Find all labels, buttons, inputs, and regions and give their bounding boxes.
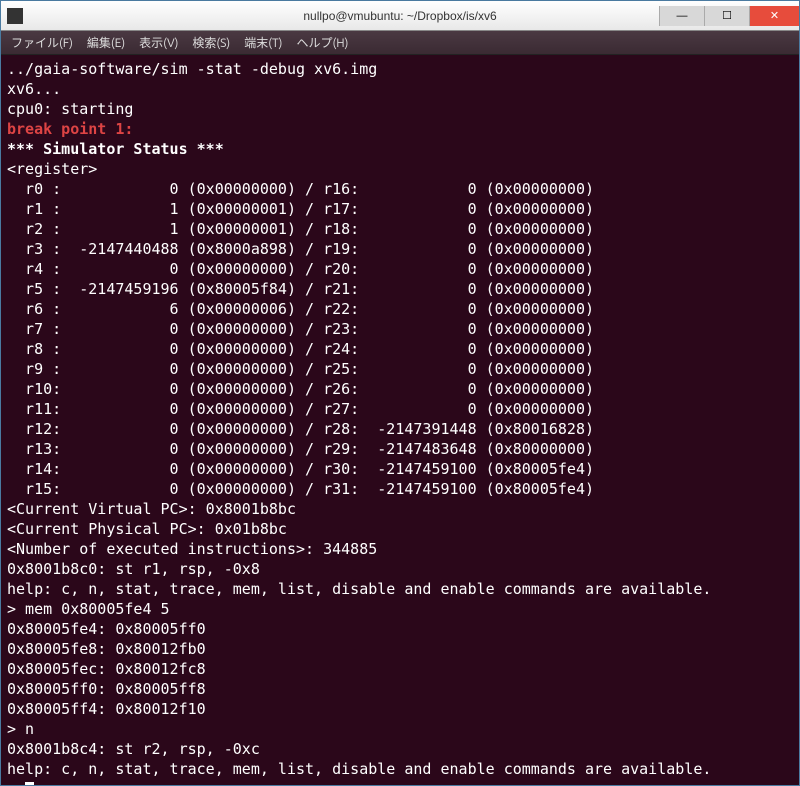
physical-pc: <Current Physical PC>: 0x01b8bc — [7, 520, 287, 538]
prompt-line: > — [7, 780, 25, 785]
register-row: r1 : 1 (0x00000001) / r17: 0 (0x00000000… — [7, 200, 594, 218]
menu-search[interactable]: 検索(S) — [186, 32, 236, 53]
register-row: r7 : 0 (0x00000000) / r23: 0 (0x00000000… — [7, 320, 594, 338]
register-row: r5 : -2147459196 (0x80005f84) / r21: 0 (… — [7, 280, 594, 298]
register-row: r14: 0 (0x00000000) / r30: -2147459100 (… — [7, 460, 594, 478]
disasm-line: 0x8001b8c4: st r2, rsp, -0xc — [7, 740, 260, 758]
register-row: r11: 0 (0x00000000) / r27: 0 (0x00000000… — [7, 400, 594, 418]
menu-view[interactable]: 表示(V) — [133, 32, 184, 53]
term-line: ../gaia-software/sim -stat -debug xv6.im… — [7, 60, 377, 78]
term-line: cpu0: starting — [7, 100, 133, 118]
register-row: r4 : 0 (0x00000000) / r20: 0 (0x00000000… — [7, 260, 594, 278]
minimize-button[interactable]: — — [659, 6, 704, 26]
titlebar[interactable]: nullpo@vmubuntu: ~/Dropbox/is/xv6 — ☐ ✕ — [1, 1, 799, 31]
mem-row: 0x80005ff0: 0x80005ff8 — [7, 680, 206, 698]
cursor-icon — [25, 782, 34, 785]
prompt-line: > mem 0x80005fe4 5 — [7, 600, 170, 618]
disasm-line: 0x8001b8c0: st r1, rsp, -0x8 — [7, 560, 260, 578]
register-header: <register> — [7, 160, 97, 178]
register-row: r0 : 0 (0x00000000) / r16: 0 (0x00000000… — [7, 180, 594, 198]
register-row: r12: 0 (0x00000000) / r28: -2147391448 (… — [7, 420, 594, 438]
virtual-pc: <Current Virtual PC>: 0x8001b8bc — [7, 500, 296, 518]
status-line: *** Simulator Status *** — [7, 140, 224, 158]
instruction-count: <Number of executed instructions>: 34488… — [7, 540, 377, 558]
terminal-window: nullpo@vmubuntu: ~/Dropbox/is/xv6 — ☐ ✕ … — [0, 0, 800, 786]
maximize-button[interactable]: ☐ — [704, 6, 749, 26]
register-row: r2 : 1 (0x00000001) / r18: 0 (0x00000000… — [7, 220, 594, 238]
term-line: xv6... — [7, 80, 61, 98]
app-icon — [7, 8, 23, 24]
help-line: help: c, n, stat, trace, mem, list, disa… — [7, 760, 711, 778]
window-title: nullpo@vmubuntu: ~/Dropbox/is/xv6 — [303, 9, 496, 23]
register-row: r13: 0 (0x00000000) / r29: -2147483648 (… — [7, 440, 594, 458]
menu-edit[interactable]: 編集(E) — [81, 32, 131, 53]
prompt-line: > n — [7, 720, 34, 738]
terminal-output[interactable]: ../gaia-software/sim -stat -debug xv6.im… — [1, 55, 799, 785]
register-row: r9 : 0 (0x00000000) / r25: 0 (0x00000000… — [7, 360, 594, 378]
register-row: r15: 0 (0x00000000) / r31: -2147459100 (… — [7, 480, 594, 498]
register-row: r10: 0 (0x00000000) / r26: 0 (0x00000000… — [7, 380, 594, 398]
menu-help[interactable]: ヘルプ(H) — [290, 32, 354, 53]
close-button[interactable]: ✕ — [749, 6, 799, 26]
mem-row: 0x80005fec: 0x80012fc8 — [7, 660, 206, 678]
menu-file[interactable]: ファイル(F) — [5, 32, 79, 53]
register-row: r3 : -2147440488 (0x8000a898) / r19: 0 (… — [7, 240, 594, 258]
register-row: r6 : 6 (0x00000006) / r22: 0 (0x00000000… — [7, 300, 594, 318]
window-controls: — ☐ ✕ — [659, 6, 799, 26]
mem-row: 0x80005fe4: 0x80005ff0 — [7, 620, 206, 638]
mem-row: 0x80005fe8: 0x80012fb0 — [7, 640, 206, 658]
register-row: r8 : 0 (0x00000000) / r24: 0 (0x00000000… — [7, 340, 594, 358]
break-point-line: break point 1: — [7, 120, 133, 138]
menubar: ファイル(F) 編集(E) 表示(V) 検索(S) 端末(T) ヘルプ(H) — [1, 31, 799, 55]
mem-row: 0x80005ff4: 0x80012f10 — [7, 700, 206, 718]
menu-terminal[interactable]: 端末(T) — [238, 32, 288, 53]
help-line: help: c, n, stat, trace, mem, list, disa… — [7, 580, 711, 598]
